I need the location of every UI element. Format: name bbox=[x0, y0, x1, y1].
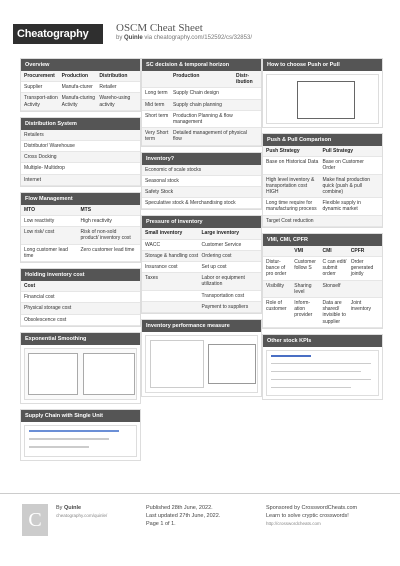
column-1: Overview Procurement Production Distributi… bbox=[20, 58, 141, 466]
footer: C By Quinle cheatography.com/quinle/ Pub… bbox=[0, 493, 400, 566]
sponsor-link[interactable]: Sponsored by CrosswordCheats.com bbox=[266, 504, 357, 512]
footer-dates: Published 28th June, 2022. Last updated … bbox=[146, 505, 221, 527]
single-unit-image bbox=[24, 424, 137, 457]
push-compare-section: Push & Pull Comparison Push Strategy Pull… bbox=[262, 133, 383, 228]
section-title: Other stock KPIs bbox=[263, 334, 382, 347]
push-choose-image bbox=[266, 74, 379, 124]
section-title: Supply Chain with Single Unit bbox=[21, 409, 140, 422]
column-2: SC decision & temporal horizon Productio… bbox=[141, 58, 262, 402]
footer-author-url[interactable]: cheatography.com/quinle/ bbox=[56, 512, 107, 520]
smoothing-section: Exponential Smoothing bbox=[20, 331, 141, 404]
inventory-section: Inventory? Economic of scale stocks Seas… bbox=[141, 151, 262, 211]
section-title: Holding inventory cost bbox=[21, 269, 140, 282]
page-title: OSCM Cheat Sheet bbox=[116, 22, 203, 34]
distribution-section: Distribution System Retailers Distributo… bbox=[20, 116, 141, 187]
cheatography-logo[interactable]: Cheatography bbox=[13, 24, 103, 44]
list-item: Multiple- Multidrop bbox=[21, 163, 140, 175]
flow-section: Flow Management MTO MTS Low reactivity Hig… bbox=[20, 191, 141, 264]
footer-sponsor: Sponsored by CrosswordCheats.com Learn t… bbox=[266, 504, 358, 528]
smoothing-image bbox=[24, 347, 137, 400]
section-title: Overview bbox=[21, 59, 140, 71]
sponsor-url[interactable]: http://crosswordcheats.com bbox=[266, 520, 357, 528]
section-title: Inventory? bbox=[142, 152, 261, 165]
list-item: Retailers bbox=[21, 129, 140, 142]
sc-decision-section: SC decision & temporal horizon Productio… bbox=[141, 58, 262, 147]
list-item: Cross Docking bbox=[21, 152, 140, 164]
list-item: Internet bbox=[21, 174, 140, 186]
pressure-section: Pressure of inventory Small inventory Lar… bbox=[141, 215, 262, 315]
single-unit-section: Supply Chain with Single Unit bbox=[20, 408, 141, 461]
holding-section: Holding inventory cost Cost Financial co… bbox=[20, 268, 141, 327]
section-title: Push & Pull Comparison bbox=[263, 134, 382, 146]
kpi-section: Other stock KPIs bbox=[262, 333, 383, 400]
section-title: Distribution System bbox=[21, 117, 140, 130]
author-avatar: C bbox=[22, 504, 48, 536]
section-title: Pressure of inventory bbox=[142, 216, 261, 229]
footer-author: By Quinle cheatography.com/quinle/ bbox=[56, 505, 108, 520]
section-title: How to choose Push or Pull bbox=[263, 59, 382, 71]
section-title: Exponential Smoothing bbox=[21, 332, 140, 345]
vmi-section: VMI, CMI, CPFR VMI CMI CPFR Distur-bance o… bbox=[262, 232, 383, 329]
header: Cheatography OSCM Cheat Sheet by Quinle … bbox=[0, 0, 400, 50]
push-choose-section: How to choose Push or Pull bbox=[262, 58, 383, 128]
section-title: SC decision & temporal horizon bbox=[142, 59, 261, 71]
kpi-image bbox=[266, 349, 379, 396]
section-title: Inventory performance measure bbox=[142, 320, 261, 333]
perf-section: Inventory performance measure bbox=[141, 319, 262, 398]
list-item: Distributor/ Warehouse bbox=[21, 141, 140, 153]
perf-image bbox=[145, 335, 258, 394]
section-title: VMI, CMI, CPFR bbox=[263, 233, 382, 246]
byline: by Quinle via cheatography.com/152592/cs… bbox=[116, 35, 252, 41]
footer-author-link[interactable]: Quinle bbox=[64, 505, 81, 511]
column-3: How to choose Push or Pull Push & Pull C… bbox=[262, 58, 383, 405]
section-title: Flow Management bbox=[21, 192, 140, 205]
overview-section: Overview Procurement Production Distributi… bbox=[20, 58, 141, 112]
author-link[interactable]: Quinle bbox=[124, 35, 143, 41]
